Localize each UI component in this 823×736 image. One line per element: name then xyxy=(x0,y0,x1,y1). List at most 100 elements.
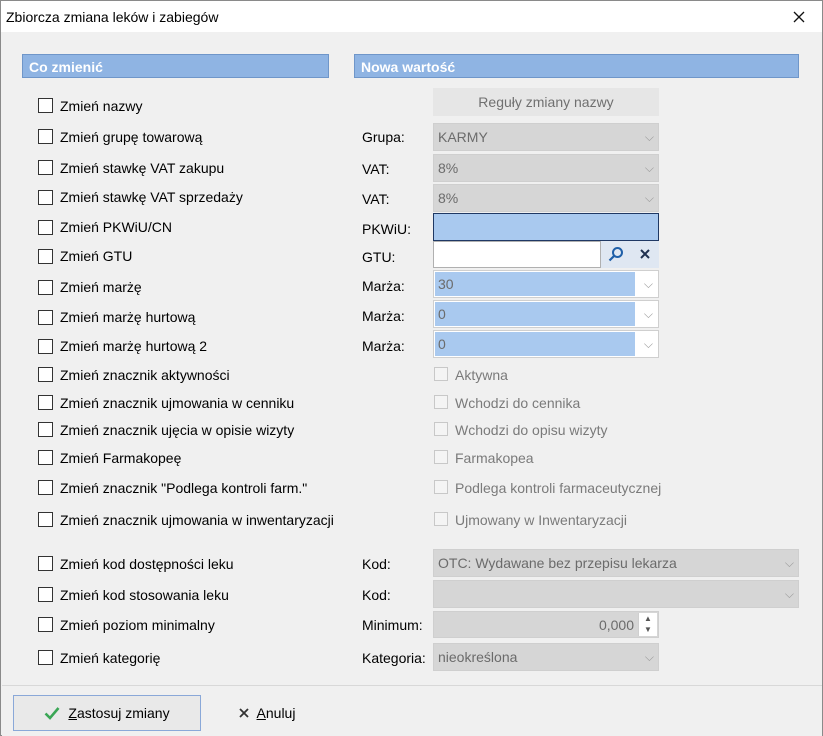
checkbox-kategoria[interactable] xyxy=(38,650,53,665)
chevron-down-icon: ⌵ xyxy=(644,191,654,205)
cancel-label: Anuluj xyxy=(257,705,296,721)
chevron-down-icon: ⌵ xyxy=(644,161,654,175)
category-select[interactable]: nieokreślona ⌵ xyxy=(433,643,659,671)
name-rules-button[interactable]: Reguły zmiany nazwy xyxy=(433,88,659,116)
checkbox-aktywnosc[interactable] xyxy=(38,367,53,382)
vat-sale-select[interactable]: 8% ⌵ xyxy=(433,184,659,212)
cancel-label-rest: nuluj xyxy=(265,705,296,721)
visit-description-checkbox[interactable] xyxy=(434,422,448,436)
checkbox-zmien-nazwy[interactable] xyxy=(38,98,53,113)
checkbox-kod-dostepnosci[interactable] xyxy=(38,556,53,571)
checkbox-kod-stosowania[interactable] xyxy=(38,587,53,602)
checkbox-vat-zakupu[interactable] xyxy=(38,160,53,175)
checkbox-label-marza-hurtowa-2: Zmień marżę hurtową 2 xyxy=(60,338,208,354)
active-checkbox[interactable] xyxy=(434,367,448,381)
margin-field[interactable]: 30 ⌵ xyxy=(433,270,659,298)
usage-code-select[interactable]: ⌵ xyxy=(433,580,799,608)
chevron-down-icon: ⌵ xyxy=(643,337,653,351)
wholesale-margin-field[interactable]: 0 ⌵ xyxy=(433,300,659,328)
group-label: Grupa: xyxy=(362,129,405,145)
checkmark-icon xyxy=(45,707,60,720)
availability-code-select[interactable]: OTC: Wydawane bez przepisu lekarza ⌵ xyxy=(433,549,799,577)
checkbox-label-pkwiu: Zmień PKWiU/CN xyxy=(60,219,173,235)
checkbox-poziom-minimalny[interactable] xyxy=(38,617,53,632)
close-icon xyxy=(793,11,805,22)
vat-purchase-select[interactable]: 8% ⌵ xyxy=(433,154,659,182)
checkbox-pkwiu[interactable] xyxy=(38,220,53,235)
checkbox-label-vat-zakupu: Zmień stawkę VAT zakupu xyxy=(60,160,225,176)
visit-description-label: Wchodzi do opisu wizyty xyxy=(455,422,608,438)
title-bar: Zbiorcza zmiana leków i zabiegów xyxy=(1,1,822,32)
wholesale-margin-2-value: 0 xyxy=(435,332,635,356)
apply-changes-button[interactable]: Zastosuj zmiany xyxy=(13,695,201,731)
checkbox-label-zmien-nazwy: Zmień nazwy xyxy=(60,98,143,114)
category-label: Kategoria: xyxy=(362,650,426,666)
search-icon[interactable] xyxy=(608,246,624,262)
checkbox-label-opis-wizyty: Zmień znacznik ujęcia w opisie wizyty xyxy=(60,422,295,438)
chevron-down-icon: ⌵ xyxy=(784,556,794,570)
margin-value: 30 xyxy=(435,272,635,296)
gtu-label: GTU: xyxy=(362,249,396,265)
wholesale-margin-2-field[interactable]: 0 ⌵ xyxy=(433,330,659,358)
header-co-zmienic: Co zmienić xyxy=(22,54,329,78)
checkbox-cennik[interactable] xyxy=(38,395,53,410)
checkbox-gtu[interactable] xyxy=(38,249,53,264)
checkbox-label-marza-hurtowa: Zmień marżę hurtową xyxy=(60,309,196,325)
dialog-window: Zbiorcza zmiana leków i zabiegów Co zmie… xyxy=(0,0,823,736)
checkbox-label-kontrola-farm: Zmień znacznik "Podlega kontroli farm." xyxy=(60,480,308,496)
chevron-down-icon: ⌵ xyxy=(784,587,794,601)
vat-purchase-label: VAT: xyxy=(362,161,390,177)
close-icon xyxy=(238,708,249,718)
clear-icon[interactable] xyxy=(640,249,650,259)
availability-code-label: Kod: xyxy=(362,556,391,572)
checkbox-farmakopea[interactable] xyxy=(38,450,53,465)
wholesale-margin-label: Marża: xyxy=(362,308,405,324)
chevron-down-icon: ⌵ xyxy=(643,307,653,321)
checkbox-inwentaryzacja[interactable] xyxy=(38,512,53,527)
pharma-control-checkbox[interactable] xyxy=(434,480,448,494)
pricelist-checkbox[interactable] xyxy=(434,395,448,409)
checkbox-zmien-grupe[interactable] xyxy=(38,129,53,144)
checkbox-label-farmakopea: Zmień Farmakopeę xyxy=(60,450,182,466)
pharma-control-label: Podlega kontroli farmaceutycznej xyxy=(455,480,662,496)
checkbox-opis-wizyty[interactable] xyxy=(38,422,53,437)
pkwiu-input[interactable] xyxy=(433,213,659,241)
vat-sale-value: 8% xyxy=(438,190,459,206)
gtu-input[interactable] xyxy=(433,241,601,268)
header-nowa-wartosc: Nowa wartość xyxy=(354,54,799,78)
checkbox-label-gtu: Zmień GTU xyxy=(60,248,133,264)
chevron-down-icon: ⌵ xyxy=(644,130,654,144)
checkbox-label-cennik: Zmień znacznik ujmowania w cenniku xyxy=(60,395,295,411)
minimum-spinner[interactable]: ▲ ▼ xyxy=(638,613,657,636)
inventory-label: Ujmowany w Inwentaryzacji xyxy=(455,512,627,528)
minimum-value: 0,000 xyxy=(598,617,634,633)
group-select-value: KARMY xyxy=(438,129,488,145)
checkbox-kontrola-farm[interactable] xyxy=(38,480,53,495)
checkbox-label-aktywnosc: Zmień znacznik aktywności xyxy=(60,367,230,383)
spin-up-icon[interactable]: ▲ xyxy=(639,613,657,624)
chevron-down-icon: ⌵ xyxy=(644,650,654,664)
apply-label-rest: astosuj zmiany xyxy=(76,705,170,721)
wholesale-margin-value: 0 xyxy=(435,302,635,326)
pharmacopoeia-checkbox[interactable] xyxy=(434,450,448,464)
checkbox-marza[interactable] xyxy=(38,280,53,295)
checkbox-label-kod-dostepnosci: Zmień kod dostępności leku xyxy=(60,556,234,572)
group-select[interactable]: KARMY ⌵ xyxy=(433,123,659,151)
vat-sale-label: VAT: xyxy=(362,191,390,207)
spin-down-icon[interactable]: ▼ xyxy=(639,624,657,635)
checkbox-marza-hurtowa[interactable] xyxy=(38,310,53,325)
checkbox-vat-sprzedazy[interactable] xyxy=(38,190,53,205)
checkbox-label-poziom-minimalny: Zmień poziom minimalny xyxy=(60,617,215,633)
close-button[interactable] xyxy=(776,1,822,32)
pharmacopoeia-label: Farmakopea xyxy=(455,450,534,466)
minimum-label: Minimum: xyxy=(362,617,423,633)
category-value: nieokreślona xyxy=(438,649,518,665)
inventory-checkbox[interactable] xyxy=(434,512,448,526)
apply-changes-label: Zastosuj zmiany xyxy=(68,705,169,721)
checkbox-marza-hurtowa-2[interactable] xyxy=(38,339,53,354)
checkbox-label-marza: Zmień marżę xyxy=(60,279,142,295)
minimum-field[interactable]: 0,000 ▲ ▼ xyxy=(433,611,659,638)
vat-purchase-value: 8% xyxy=(438,160,459,176)
pricelist-label: Wchodzi do cennika xyxy=(455,395,581,411)
cancel-button[interactable]: Anuluj xyxy=(222,695,312,731)
